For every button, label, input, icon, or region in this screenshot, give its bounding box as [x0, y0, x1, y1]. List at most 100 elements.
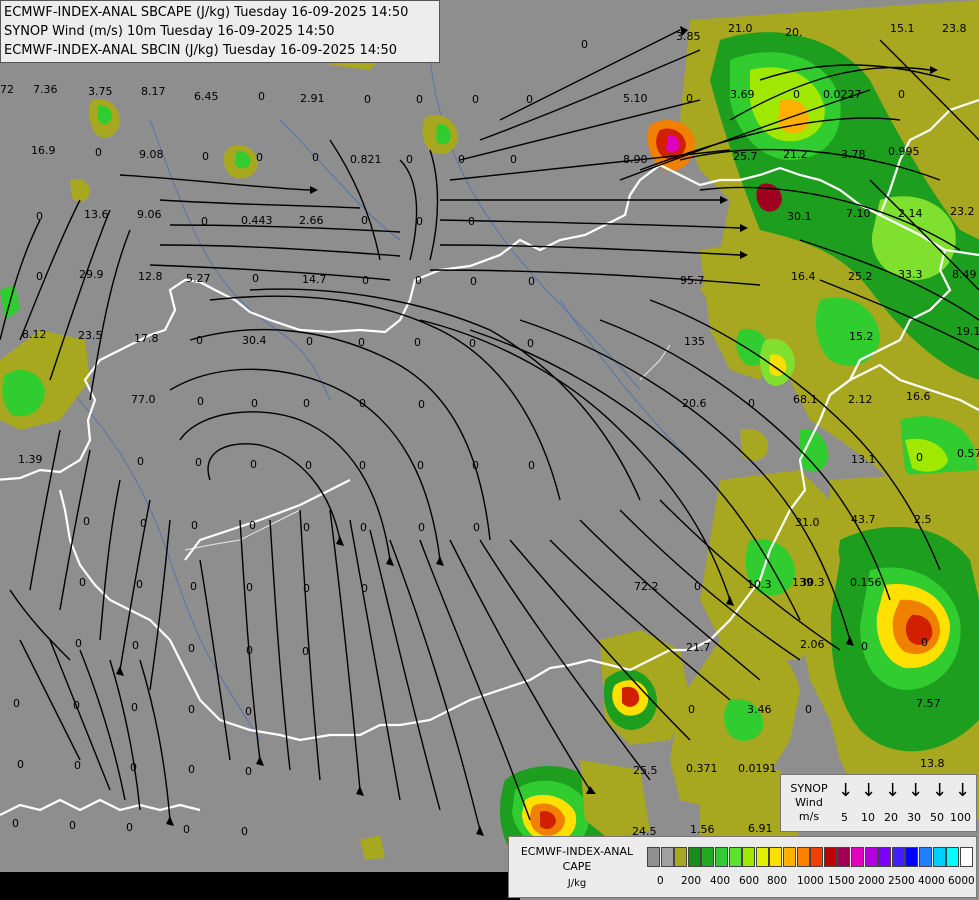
station-value: 17.8 — [134, 332, 159, 345]
station-value: 21.2 — [783, 148, 808, 161]
station-value: 0 — [202, 150, 209, 163]
station-value: 0 — [458, 153, 465, 166]
station-value: 20. — [785, 26, 803, 39]
station-value: 0 — [527, 337, 534, 350]
wind-arrow-icon: ↓ — [885, 780, 901, 801]
wind-legend-unit: m/s — [798, 810, 820, 823]
station-value: 0 — [470, 275, 477, 288]
title-line-sbcape: ECMWF-INDEX-ANAL SBCAPE (J/kg) Tuesday 1… — [4, 5, 409, 20]
cape-color-swatch — [647, 847, 660, 867]
station-value: 0 — [526, 93, 533, 106]
cape-color-swatch — [851, 847, 864, 867]
station-value: 31.0 — [795, 516, 820, 529]
cape-legend-title-line2: CAPE — [562, 860, 592, 873]
cape-color-swatch — [701, 847, 715, 867]
station-value: 135 — [684, 335, 705, 348]
station-value: 0 — [251, 397, 258, 410]
station-value: 21.7 — [686, 641, 711, 654]
station-value: 7.57 — [916, 697, 941, 710]
station-value: 0 — [416, 93, 423, 106]
station-value: 77.0 — [131, 393, 156, 406]
station-value: 43.7 — [851, 513, 876, 526]
cape-color-swatch — [905, 847, 919, 867]
cape-color-swatch — [891, 847, 905, 867]
wind-legend-title-line2: Wind — [795, 796, 823, 809]
station-value: 16.4 — [791, 270, 816, 283]
cape-color-swatch — [674, 847, 688, 867]
station-value: 23.5 — [78, 329, 103, 342]
station-value: 0 — [17, 758, 24, 771]
station-value: 0 — [36, 210, 43, 223]
wind-arrow-icon: ↓ — [838, 780, 854, 801]
cape-color-swatch — [783, 847, 796, 867]
station-value: 0 — [245, 765, 252, 778]
station-value: 0 — [13, 697, 20, 710]
station-value: 7.10 — [846, 207, 871, 220]
station-value: 0 — [126, 821, 133, 834]
station-value: 0 — [528, 275, 535, 288]
station-value: 0 — [246, 644, 253, 657]
cape-color-swatch — [715, 847, 728, 867]
station-value: 16.6 — [906, 390, 931, 403]
station-value: 0 — [468, 215, 475, 228]
cape-color-swatch — [919, 847, 932, 867]
station-value: 3.69 — [730, 88, 755, 101]
cape-color-swatch — [660, 847, 674, 867]
station-value: 2.14 — [898, 207, 923, 220]
station-value: 29.9 — [79, 268, 104, 281]
station-value: 2.5 — [914, 513, 932, 526]
station-value: 0 — [197, 395, 204, 408]
station-value: 0 — [361, 582, 368, 595]
station-value: 0 — [69, 819, 76, 832]
cape-color-swatch — [946, 847, 960, 867]
wind-speed-label: 30 — [907, 811, 921, 824]
station-value: 0 — [861, 640, 868, 653]
station-value: 13.8 — [920, 757, 945, 770]
station-value: 0.57 — [957, 447, 979, 460]
station-value: 2.06 — [800, 638, 825, 651]
cape-legend-title-line1: ECMWF-INDEX-ANAL — [520, 845, 634, 858]
station-value: 8.49 — [952, 268, 977, 281]
wind-speed-label: 5 — [841, 811, 848, 824]
station-value: 0 — [416, 215, 423, 228]
station-value: 0 — [360, 521, 367, 534]
station-value: 0 — [415, 274, 422, 287]
cape-color-swatch — [687, 847, 701, 867]
station-value: 0 — [12, 817, 19, 830]
station-value: 0 — [414, 336, 421, 349]
station-value: 6.45 — [194, 90, 219, 103]
station-value: 0 — [195, 456, 202, 469]
cape-tick-label: 4000 — [918, 875, 945, 887]
map-canvas — [0, 0, 979, 900]
cape-color-swatch — [742, 847, 756, 867]
station-value: 20.6 — [682, 397, 707, 410]
station-value: 0 — [472, 459, 479, 472]
cape-color-swatch — [959, 847, 973, 867]
cape-color-swatch — [864, 847, 878, 867]
station-value: 25.7 — [733, 150, 758, 163]
wind-legend-title: SYNOP Wind m/s — [785, 782, 833, 824]
cape-tick-label: 1500 — [828, 875, 855, 887]
station-value: 0 — [362, 274, 369, 287]
station-value: 0 — [418, 398, 425, 411]
title-line-sbcin: ECMWF-INDEX-ANAL SBCIN (J/kg) Tuesday 16… — [4, 43, 398, 58]
station-value: 0 — [359, 459, 366, 472]
station-value: 5.10 — [623, 92, 648, 105]
station-value: 0 — [793, 88, 800, 101]
station-value: 0 — [364, 93, 371, 106]
station-value: 95.7 — [680, 274, 705, 287]
station-value: 0.443 — [241, 214, 273, 227]
cape-tick-label: 2000 — [858, 875, 885, 887]
station-value: 6.91 — [748, 822, 773, 835]
station-value: 3.46 — [747, 703, 772, 716]
station-value: 12.8 — [138, 270, 163, 283]
wind-legend: SYNOP Wind m/s ↓ ↓ ↓ ↓ ↓ ↓ 5 10 20 30 50… — [780, 774, 977, 832]
station-value: 72.2 — [634, 580, 659, 593]
station-value: 30.1 — [787, 210, 812, 223]
station-value: 15.1 — [890, 22, 915, 35]
station-value: 9.08 — [139, 148, 164, 161]
station-value: 0.156 — [850, 576, 882, 589]
station-value: 0 — [137, 455, 144, 468]
station-value: 8.17 — [141, 85, 166, 98]
station-value: 3.85 — [676, 30, 701, 43]
